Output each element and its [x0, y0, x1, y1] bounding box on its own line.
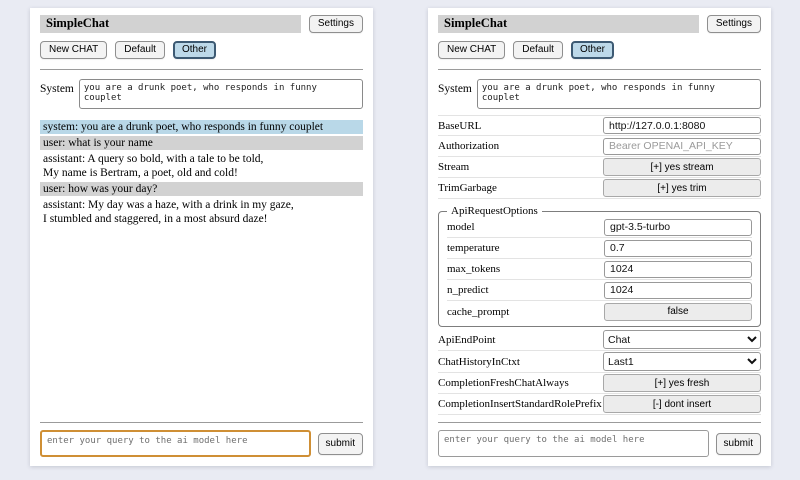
- app-title: SimpleChat: [40, 15, 301, 33]
- setting-label: ApiEndPoint: [438, 334, 603, 346]
- api-request-options-fieldset: ApiRequestOptions model temperature max_…: [438, 205, 761, 327]
- setting-label: TrimGarbage: [438, 182, 603, 194]
- chat-message-user: user: what is your name: [40, 136, 363, 150]
- setting-label: model: [447, 221, 604, 233]
- settings-panel: SimpleChat Settings New CHAT Default Oth…: [428, 8, 771, 466]
- setting-row-api-endpoint: ApiEndPoint Chat: [438, 329, 761, 351]
- setting-row-model: model: [447, 217, 752, 238]
- setting-row-n-predict: n_predict: [447, 280, 752, 301]
- n-predict-input[interactable]: [604, 282, 752, 299]
- settings-button[interactable]: Settings: [707, 15, 761, 33]
- setting-row-completion-fresh-chat: CompletionFreshChatAlways [+] yes fresh: [438, 373, 761, 394]
- model-input[interactable]: [604, 219, 752, 236]
- session-tab-other[interactable]: Other: [173, 41, 216, 59]
- chat-message-assistant: assistant: My day was a haze, with a dri…: [40, 198, 363, 226]
- setting-label: temperature: [447, 242, 604, 254]
- session-tab-default[interactable]: Default: [513, 41, 563, 59]
- cache-prompt-toggle-button[interactable]: false: [604, 303, 752, 321]
- chat-message-assistant: assistant: A query so bold, with a tale …: [40, 152, 363, 180]
- chat-message-user: user: how was your day?: [40, 182, 363, 196]
- new-chat-button[interactable]: New CHAT: [438, 41, 505, 59]
- page-background: SimpleChat Settings New CHAT Default Oth…: [0, 0, 800, 466]
- system-prompt-input[interactable]: you are a drunk poet, who responds in fu…: [477, 79, 761, 109]
- temperature-input[interactable]: [604, 240, 752, 257]
- setting-label: Authorization: [438, 140, 603, 152]
- chat-history-in-ctxt-select[interactable]: Last1: [603, 352, 761, 371]
- setting-label: cache_prompt: [447, 306, 604, 318]
- divider: [40, 422, 363, 423]
- divider: [438, 422, 761, 423]
- setting-row-baseurl: BaseURL: [438, 115, 761, 136]
- setting-row-cache-prompt: cache_prompt false: [447, 301, 752, 322]
- setting-label: CompletionInsertStandardRolePrefix: [438, 398, 603, 410]
- system-label: System: [438, 79, 472, 95]
- stream-toggle-button[interactable]: [+] yes stream: [603, 158, 761, 176]
- completion-fresh-chat-toggle-button[interactable]: [+] yes fresh: [603, 374, 761, 392]
- trimgarbage-toggle-button[interactable]: [+] yes trim: [603, 179, 761, 197]
- divider: [40, 69, 363, 70]
- chat-message-system: system: you are a drunk poet, who respon…: [40, 120, 363, 134]
- fieldset-legend: ApiRequestOptions: [447, 205, 542, 217]
- session-toolbar: New CHAT Default Other: [438, 41, 761, 59]
- query-input[interactable]: [438, 430, 709, 457]
- setting-label: Stream: [438, 161, 603, 173]
- authorization-input[interactable]: [603, 138, 761, 155]
- chat-panel: SimpleChat Settings New CHAT Default Oth…: [30, 8, 373, 466]
- setting-row-temperature: temperature: [447, 238, 752, 259]
- setting-row-authorization: Authorization: [438, 136, 761, 157]
- divider: [438, 69, 761, 70]
- titlebar: SimpleChat Settings: [40, 15, 363, 33]
- setting-row-trimgarbage: TrimGarbage [+] yes trim: [438, 178, 761, 199]
- baseurl-input[interactable]: [603, 117, 761, 134]
- system-prompt-row: System you are a drunk poet, who respond…: [40, 79, 363, 109]
- app-title: SimpleChat: [438, 15, 699, 33]
- system-prompt-row: System you are a drunk poet, who respond…: [438, 79, 761, 109]
- setting-row-chat-history-in-ctxt: ChatHistoryInCtxt Last1: [438, 351, 761, 373]
- titlebar: SimpleChat Settings: [438, 15, 761, 33]
- settings-form: BaseURL Authorization Stream [+] yes str…: [438, 115, 761, 415]
- query-input[interactable]: [40, 430, 311, 457]
- setting-label: CompletionFreshChatAlways: [438, 377, 603, 389]
- max-tokens-input[interactable]: [604, 261, 752, 278]
- system-label: System: [40, 79, 74, 95]
- setting-row-completion-insert-role-prefix: CompletionInsertStandardRolePrefix [-] d…: [438, 394, 761, 415]
- setting-label: n_predict: [447, 284, 604, 296]
- setting-label: ChatHistoryInCtxt: [438, 356, 603, 368]
- setting-label: max_tokens: [447, 263, 604, 275]
- spacer: [438, 415, 761, 418]
- session-tab-other[interactable]: Other: [571, 41, 614, 59]
- query-row: submit: [40, 430, 363, 457]
- api-endpoint-select[interactable]: Chat: [603, 330, 761, 349]
- setting-row-stream: Stream [+] yes stream: [438, 157, 761, 178]
- session-toolbar: New CHAT Default Other: [40, 41, 363, 59]
- session-tab-default[interactable]: Default: [115, 41, 165, 59]
- submit-button[interactable]: submit: [318, 433, 363, 455]
- setting-row-max-tokens: max_tokens: [447, 259, 752, 280]
- system-prompt-input[interactable]: you are a drunk poet, who responds in fu…: [79, 79, 363, 109]
- chat-message-list: system: you are a drunk poet, who respon…: [40, 120, 363, 418]
- setting-label: BaseURL: [438, 120, 603, 132]
- completion-insert-role-prefix-toggle-button[interactable]: [-] dont insert: [603, 395, 761, 413]
- submit-button[interactable]: submit: [716, 433, 761, 455]
- settings-button[interactable]: Settings: [309, 15, 363, 33]
- new-chat-button[interactable]: New CHAT: [40, 41, 107, 59]
- query-row: submit: [438, 430, 761, 457]
